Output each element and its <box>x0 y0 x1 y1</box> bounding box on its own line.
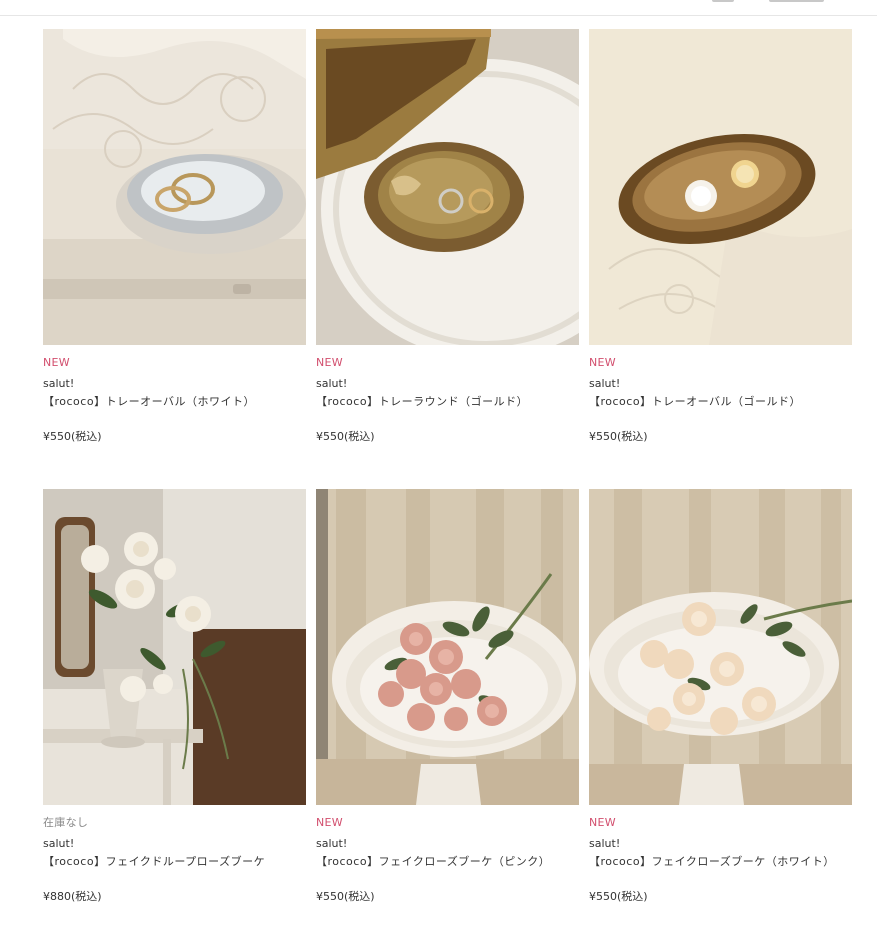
product-image[interactable] <box>589 489 852 805</box>
product-photo-gold-oval-tray <box>589 29 852 345</box>
product-brand: salut! <box>316 837 348 850</box>
product-card[interactable]: NEW salut! 【rococo】フェイクローズブーケ（ホワイト） ¥550… <box>589 489 852 913</box>
product-image[interactable] <box>589 29 852 345</box>
product-status-label: NEW <box>43 356 70 369</box>
product-price: ¥550(税込) <box>589 890 648 903</box>
product-photo-pink-rose-bouquet <box>316 489 579 805</box>
product-price: ¥550(税込) <box>589 430 648 443</box>
product-status-label: NEW <box>316 816 343 829</box>
product-brand: salut! <box>316 377 348 390</box>
header-nav-fragment[interactable] <box>712 0 734 2</box>
product-card[interactable]: NEW salut! 【rococo】トレーラウンド（ゴールド） ¥550(税込… <box>316 29 579 453</box>
product-name-link[interactable]: 【rococo】フェイクドループローズブーケ <box>43 855 265 868</box>
product-photo-gold-round-tray <box>316 29 579 345</box>
product-status-label: NEW <box>589 356 616 369</box>
product-image[interactable] <box>316 29 579 345</box>
product-name-link[interactable]: 【rococo】フェイクローズブーケ（ピンク） <box>316 855 550 868</box>
product-card[interactable]: 在庫なし salut! 【rococo】フェイクドループローズブーケ ¥880(… <box>43 489 306 913</box>
product-status-label: NEW <box>316 356 343 369</box>
product-status-label: NEW <box>589 816 616 829</box>
product-price: ¥550(税込) <box>316 890 375 903</box>
product-photo-white-oval-tray <box>43 29 306 345</box>
product-image[interactable] <box>43 489 306 805</box>
product-image[interactable] <box>316 489 579 805</box>
product-name-link[interactable]: 【rococo】トレーオーバル（ゴールド） <box>589 395 801 408</box>
product-brand: salut! <box>589 377 621 390</box>
product-image[interactable] <box>43 29 306 345</box>
product-name-link[interactable]: 【rococo】フェイクローズブーケ（ホワイト） <box>589 855 835 868</box>
header-divider <box>0 0 877 16</box>
product-grid: NEW salut! 【rococo】トレーオーバル（ホワイト） ¥550(税込… <box>43 29 852 913</box>
product-name-link[interactable]: 【rococo】トレーラウンド（ゴールド） <box>316 395 528 408</box>
product-brand: salut! <box>43 837 75 850</box>
product-price: ¥880(税込) <box>43 890 102 903</box>
product-name-link[interactable]: 【rococo】トレーオーバル（ホワイト） <box>43 395 255 408</box>
product-price: ¥550(税込) <box>316 430 375 443</box>
product-price: ¥550(税込) <box>43 430 102 443</box>
product-card[interactable]: NEW salut! 【rococo】フェイクローズブーケ（ピンク） ¥550(… <box>316 489 579 913</box>
product-brand: salut! <box>43 377 75 390</box>
product-photo-drooping-rose-bouquet <box>43 489 306 805</box>
header-nav-fragment[interactable] <box>769 0 824 2</box>
product-card[interactable]: NEW salut! 【rococo】トレーオーバル（ホワイト） ¥550(税込… <box>43 29 306 453</box>
product-card[interactable]: NEW salut! 【rococo】トレーオーバル（ゴールド） ¥550(税込… <box>589 29 852 453</box>
product-photo-white-rose-bouquet <box>589 489 852 805</box>
product-brand: salut! <box>589 837 621 850</box>
product-status-label: 在庫なし <box>43 816 89 829</box>
